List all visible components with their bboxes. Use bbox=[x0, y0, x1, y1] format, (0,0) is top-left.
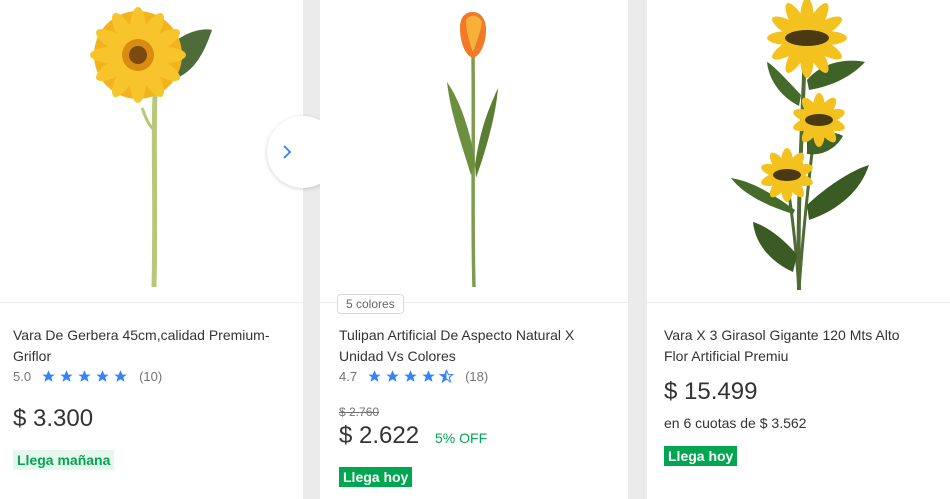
star-icon bbox=[96, 370, 109, 382]
star-icon bbox=[114, 370, 127, 382]
product-image-tulip[interactable] bbox=[320, 0, 628, 303]
star-icon bbox=[42, 370, 55, 382]
star-icon bbox=[386, 370, 399, 382]
rating-value: 4.7 bbox=[339, 369, 358, 384]
product-card-gerbera[interactable]: Vara De Gerbera 45cm,calidad Premium- Gr… bbox=[0, 0, 339, 499]
review-count: (10) bbox=[139, 369, 163, 384]
rating-row: 4.7 (18) bbox=[339, 369, 488, 384]
product-image-gerbera[interactable] bbox=[0, 0, 303, 303]
star-icon bbox=[78, 370, 91, 382]
product-title[interactable]: Vara X 3 Girasol Gigante 120 Mts Alto Fl… bbox=[664, 325, 900, 367]
star-icon bbox=[60, 370, 73, 382]
product-title[interactable]: Tulipan Artificial De Aspecto Natural X … bbox=[339, 325, 574, 367]
rating-row: 5.0 (10) bbox=[13, 369, 162, 384]
product-title[interactable]: Vara De Gerbera 45cm,calidad Premium- Gr… bbox=[13, 325, 270, 367]
price: $ 2.622 bbox=[339, 422, 420, 449]
old-price: $ 2.760 bbox=[339, 405, 380, 419]
star-rating bbox=[41, 369, 131, 384]
discount-label: 5% OFF bbox=[435, 430, 488, 446]
chevron-right-icon bbox=[283, 145, 292, 159]
price: $ 3.300 bbox=[13, 405, 94, 432]
product-image-sunflower[interactable] bbox=[647, 0, 950, 303]
star-icon bbox=[368, 370, 381, 382]
star-icon bbox=[404, 370, 417, 382]
rating-value: 5.0 bbox=[13, 369, 32, 384]
product-card-tulip[interactable]: 5 colores Tulipan Artificial De Aspecto … bbox=[320, 0, 628, 499]
half-star-icon bbox=[439, 369, 455, 383]
product-card-sunflower[interactable]: Vara X 3 Girasol Gigante 120 Mts Alto Fl… bbox=[647, 0, 950, 499]
color-variants-pill[interactable]: 5 colores bbox=[337, 294, 404, 314]
star-icon bbox=[422, 370, 435, 382]
price: $ 15.499 bbox=[664, 378, 758, 405]
star-rating bbox=[367, 369, 457, 384]
shipping-badge: Llega hoy bbox=[339, 467, 413, 487]
shipping-badge: Llega hoy bbox=[664, 446, 738, 466]
review-count: (18) bbox=[465, 369, 489, 384]
installments-text: en 6 cuotas de $ 3.562 bbox=[664, 415, 807, 431]
shipping-badge: Llega mañana bbox=[13, 450, 115, 470]
